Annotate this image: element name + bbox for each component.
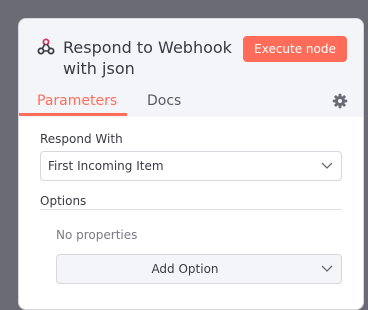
respond-with-label: Respond With [40,132,123,146]
webhook-icon [37,38,55,55]
active-tab-indicator [19,113,127,116]
add-option-label: Add Option [151,262,219,276]
execute-node-button[interactable]: Execute node [243,36,347,62]
tab-docs[interactable]: Docs [147,92,181,110]
node-title: Respond to Webhook with json [63,38,232,78]
chevron-down-icon [321,162,333,169]
options-label: Options [40,194,87,208]
add-option-button[interactable]: Add Option [56,254,342,284]
gear-icon[interactable] [332,93,348,109]
options-divider [40,209,342,210]
chevron-down-icon [321,265,333,272]
respond-with-value: First Incoming Item [48,159,164,173]
respond-with-select[interactable]: First Incoming Item [40,151,342,181]
no-properties-text: No properties [56,228,138,242]
node-settings-panel: Respond to Webhook with json Execute nod… [18,18,364,310]
panel-header: Respond to Webhook with json Execute nod… [19,19,363,117]
tab-parameters[interactable]: Parameters [37,92,117,110]
